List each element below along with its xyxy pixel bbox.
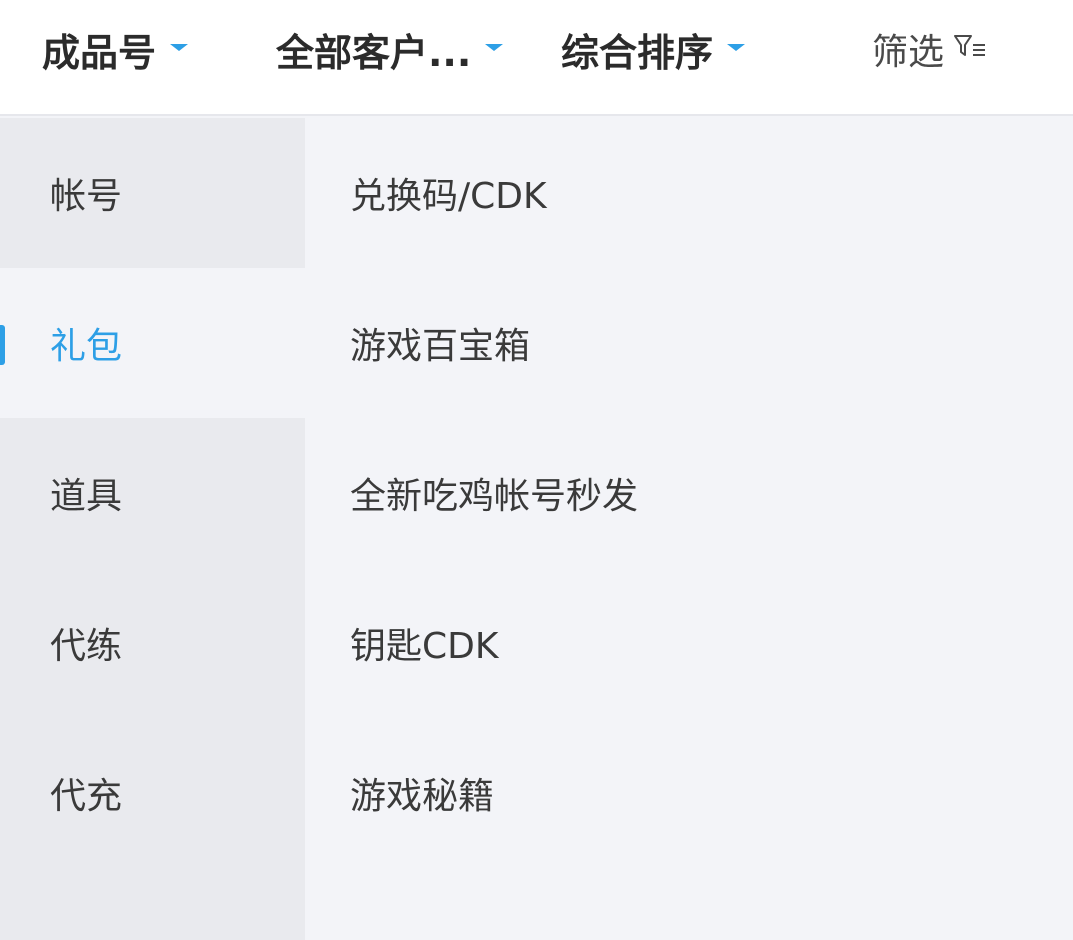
caret-down-icon xyxy=(727,43,746,51)
sidebar-item-label: 代充 xyxy=(50,776,123,817)
subcategory-label: 全新吃鸡帐号秒发 xyxy=(350,476,639,517)
sort-dropdown[interactable]: 综合排序 xyxy=(561,24,746,75)
sidebar-item-items[interactable]: 道具 xyxy=(0,418,305,568)
subcategory-item[interactable]: 游戏百宝箱 xyxy=(350,268,530,418)
filter-label: 筛选 xyxy=(872,32,945,73)
caret-down-icon xyxy=(485,43,504,51)
sidebar-item-top-up[interactable]: 代充 xyxy=(0,718,305,868)
active-indicator xyxy=(0,325,5,365)
customer-dropdown[interactable]: 全部客户... xyxy=(276,24,504,75)
subcategory-item[interactable]: 兑换码/CDK xyxy=(350,118,547,268)
category-sidebar: 帐号 礼包 道具 代练 代充 xyxy=(0,118,305,940)
subcategory-label: 游戏百宝箱 xyxy=(350,326,531,367)
sidebar-item-label: 帐号 xyxy=(50,176,123,217)
subcategory-item[interactable]: 游戏秘籍 xyxy=(350,718,494,868)
sidebar-item-account[interactable]: 帐号 xyxy=(0,118,305,268)
subcategory-label: 游戏秘籍 xyxy=(350,776,495,817)
sidebar-item-label: 礼包 xyxy=(50,326,123,367)
subcategory-label: 钥匙CDK xyxy=(350,626,499,667)
subcategory-item[interactable]: 全新吃鸡帐号秒发 xyxy=(350,418,638,568)
sidebar-item-boosting[interactable]: 代练 xyxy=(0,568,305,718)
customer-label: 全部客户... xyxy=(276,30,472,75)
product-type-label: 成品号 xyxy=(42,30,157,75)
subcategory-list: 兑换码/CDK 游戏百宝箱 全新吃鸡帐号秒发 钥匙CDK 游戏秘籍 xyxy=(305,118,1073,940)
subcategory-label: 兑换码/CDK xyxy=(350,176,547,217)
product-type-dropdown[interactable]: 成品号 xyxy=(42,24,189,75)
sidebar-item-label: 代练 xyxy=(50,626,123,667)
filter-icon xyxy=(944,29,988,70)
sidebar-item-gift-pack[interactable]: 礼包 xyxy=(0,268,305,418)
sidebar-item-label: 道具 xyxy=(50,476,123,517)
caret-down-icon xyxy=(170,43,189,51)
sort-label: 综合排序 xyxy=(561,30,714,75)
subcategory-item[interactable]: 钥匙CDK xyxy=(350,568,498,718)
top-filter-bar: 成品号 全部客户... 综合排序 筛选 xyxy=(0,0,1073,116)
filter-button[interactable]: 筛选 xyxy=(872,24,988,74)
